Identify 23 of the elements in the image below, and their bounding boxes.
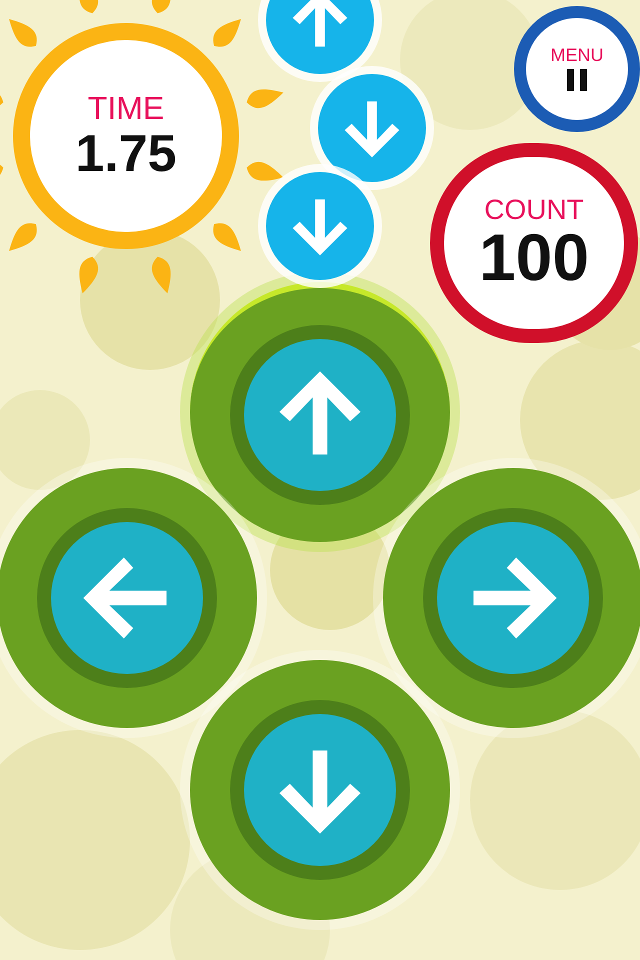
sun-ray xyxy=(213,19,241,47)
sun-ray xyxy=(246,89,284,108)
up-arrow-icon xyxy=(279,371,361,455)
timer-value: 1.75 xyxy=(75,128,177,180)
sun-ray xyxy=(79,256,98,294)
sun-ray xyxy=(152,256,171,294)
down-arrow-icon xyxy=(279,750,361,834)
down-arrow-icon xyxy=(344,101,400,158)
up-arrow-icon xyxy=(292,0,348,47)
sun-ray xyxy=(213,223,241,251)
counter-value: 100 xyxy=(478,224,590,290)
sun-ray xyxy=(152,0,171,14)
sun-ray xyxy=(9,19,37,47)
down-arrow-icon xyxy=(292,199,348,256)
counter-label: COUNT xyxy=(484,196,584,224)
left-arrow-icon xyxy=(83,557,167,639)
timer-label: TIME xyxy=(88,92,164,124)
sun-ray xyxy=(9,223,37,251)
sun-ray xyxy=(79,0,98,14)
sun-ray xyxy=(246,162,284,181)
pause-icon xyxy=(565,68,589,92)
menu-button[interactable]: MENU xyxy=(514,6,640,132)
right-arrow-icon xyxy=(473,557,557,639)
